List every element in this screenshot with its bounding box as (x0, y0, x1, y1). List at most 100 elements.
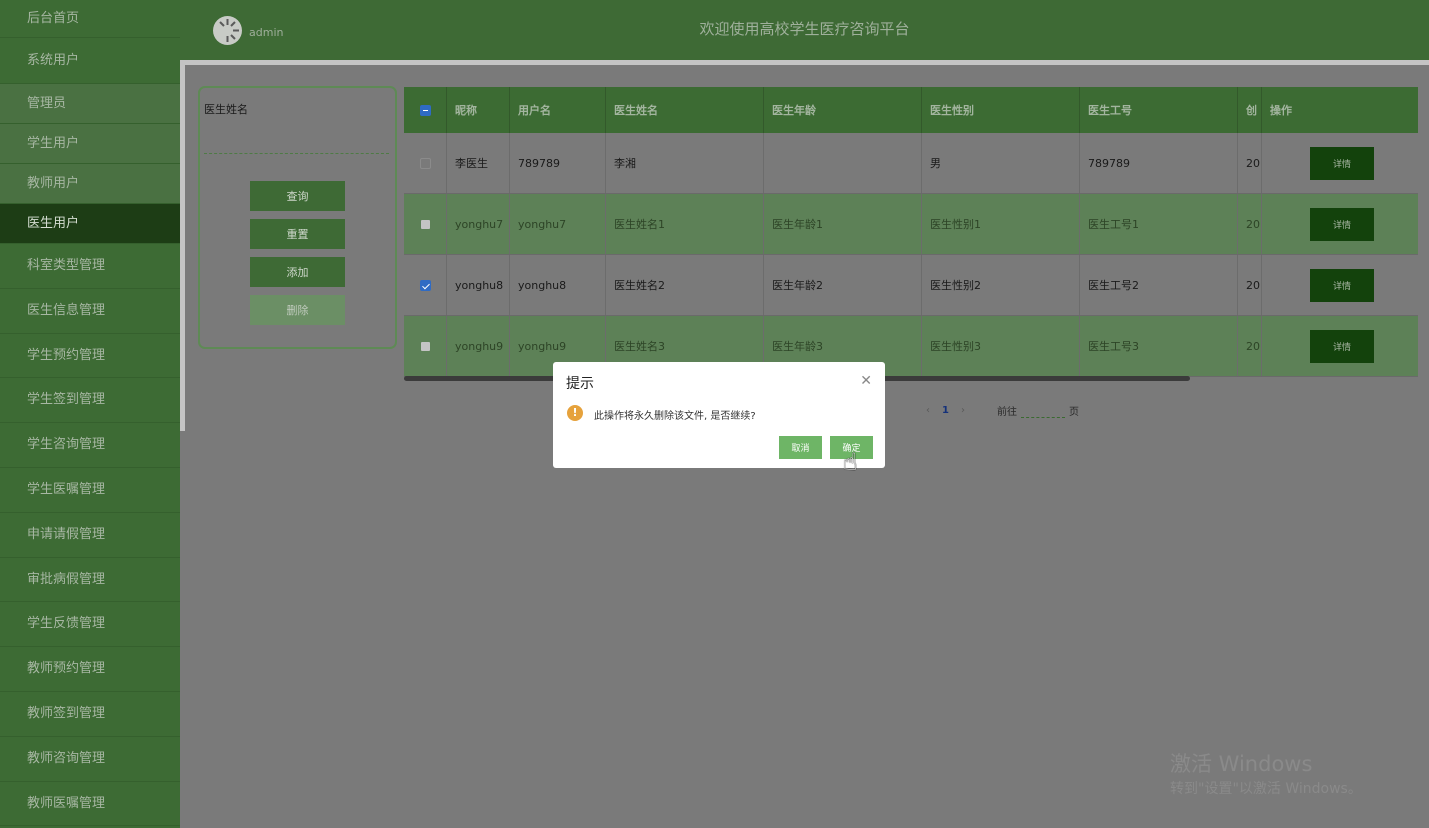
cancel-button[interactable]: 取消 (779, 436, 822, 459)
cell-doctor-name: 医生姓名2 (606, 255, 764, 315)
sidebar-item-teacher-signin[interactable]: 教师签到管理 (0, 692, 180, 737)
cell-actions: 详情 (1262, 194, 1418, 254)
dialog-title: 提示 (566, 376, 594, 392)
col-username: 用户名 (510, 87, 606, 133)
cell-doctor-gender: 医生性别1 (922, 194, 1080, 254)
doctor-name-input[interactable] (204, 134, 389, 154)
delete-button[interactable]: 删除 (250, 295, 345, 325)
cell-doctor-number: 医生工号2 (1080, 255, 1238, 315)
top-header: admin 欢迎使用高校学生医疗咨询平台 (180, 0, 1429, 60)
sidebar-item-student-users[interactable]: 学生用户 (0, 124, 180, 164)
sidebar-item-teacher-consult[interactable]: 教师咨询管理 (0, 737, 180, 782)
row-select-cell (404, 133, 447, 193)
query-button[interactable]: 查询 (250, 181, 345, 211)
row-checkbox[interactable] (419, 279, 431, 291)
page-title: 欢迎使用高校学生医疗咨询平台 (699, 20, 910, 38)
sidebar-item-student-feedback[interactable]: 学生反馈管理 (0, 602, 180, 648)
cell-doctor-number: 医生工号1 (1080, 194, 1238, 254)
table-row: yonghu8 yonghu8 医生姓名2 医生年龄2 医生性别2 医生工号2 … (404, 255, 1418, 316)
cell-actions: 详情 (1262, 316, 1418, 376)
cell-doctor-name: 医生姓名1 (606, 194, 764, 254)
cell-doctor-gender: 男 (922, 133, 1080, 193)
sidebar-item-student-signin[interactable]: 学生签到管理 (0, 378, 180, 424)
doctor-table: 昵称 用户名 医生姓名 医生年龄 医生性别 医生工号 创 操作 李医生 7897… (404, 87, 1418, 377)
cell-doctor-gender: 医生性别3 (922, 316, 1080, 376)
table-row: 李医生 789789 李湘 男 789789 20: 详情 (404, 133, 1418, 194)
sidebar-item-doctor-info[interactable]: 医生信息管理 (0, 289, 180, 334)
cell-doctor-number: 医生工号3 (1080, 316, 1238, 376)
cell-nick: yonghu7 (447, 194, 510, 254)
windows-activation-watermark: 激活 Windows 转到"设置"以激活 Windows。 (1170, 748, 1362, 798)
cell-created: 20: (1238, 133, 1262, 193)
sidebar-item-teacher-appointments[interactable]: 教师预约管理 (0, 647, 180, 692)
row-select-cell (404, 194, 447, 254)
hand-cursor-icon: ☝ (843, 448, 858, 476)
sidebar-item-department-types[interactable]: 科室类型管理 (0, 244, 180, 289)
col-nick: 昵称 (447, 87, 510, 133)
cell-doctor-number: 789789 (1080, 133, 1238, 193)
col-doctor-age: 医生年龄 (764, 87, 922, 133)
sidebar-item-sick-leave-approval[interactable]: 审批病假管理 (0, 558, 180, 603)
select-all-cell (404, 87, 447, 133)
col-created: 创 (1238, 87, 1262, 133)
table-row: yonghu7 yonghu7 医生姓名1 医生年龄1 医生性别1 医生工号1 … (404, 194, 1418, 255)
next-page-icon[interactable]: › (961, 405, 965, 416)
detail-button[interactable]: 详情 (1310, 207, 1374, 241)
prev-page-icon[interactable]: ‹ (926, 405, 930, 416)
goto-label: 前往 (996, 407, 1017, 418)
confirm-dialog: 提示 ✕ ! 此操作将永久删除该文件, 是否继续? 取消 确定 (553, 362, 885, 468)
sidebar-item-teacher-users[interactable]: 教师用户 (0, 164, 180, 204)
cell-doctor-age: 医生年龄2 (764, 255, 922, 315)
page-suffix-label: 页 (1068, 407, 1079, 418)
warning-icon: ! (567, 405, 583, 421)
col-actions: 操作 (1270, 104, 1292, 117)
cell-actions: 详情 (1262, 255, 1418, 315)
cell-username: 789789 (510, 133, 606, 193)
search-panel: 医生姓名 查询 重置 添加 删除 (198, 86, 397, 349)
cell-actions: 详情 (1262, 133, 1418, 193)
sidebar-item-doctor-users[interactable]: 医生用户 (0, 204, 180, 244)
cell-doctor-age (764, 133, 922, 193)
page-number-current[interactable]: 1 (942, 405, 949, 416)
cell-nick: 李医生 (447, 133, 510, 193)
detail-button[interactable]: 详情 (1310, 146, 1374, 180)
col-doctor-gender: 医生性别 (922, 87, 1080, 133)
row-checkbox[interactable] (419, 340, 431, 352)
sidebar-item-system-users[interactable]: 系统用户 (0, 38, 180, 84)
cell-nick: yonghu8 (447, 255, 510, 315)
cell-created: 20: (1238, 255, 1262, 315)
pagination: ‹ 1 › 前往 页 (914, 403, 1079, 418)
watermark-line2: 转到"设置"以激活 Windows。 (1170, 781, 1362, 797)
sidebar-item-leave-requests[interactable]: 申请请假管理 (0, 513, 180, 558)
row-select-cell (404, 255, 447, 315)
sidebar-item-home[interactable]: 后台首页 (0, 0, 180, 38)
cell-created: 20: (1238, 316, 1262, 376)
reset-button[interactable]: 重置 (250, 219, 345, 249)
row-select-cell (404, 316, 447, 376)
sidebar-item-student-consult[interactable]: 学生咨询管理 (0, 423, 180, 468)
cell-username: yonghu8 (510, 255, 606, 315)
detail-button[interactable]: 详情 (1310, 268, 1374, 302)
add-button[interactable]: 添加 (250, 257, 345, 287)
row-checkbox[interactable] (419, 157, 431, 169)
goto-page-input[interactable] (1020, 404, 1065, 418)
col-doctor-name: 医生姓名 (606, 87, 764, 133)
doctor-name-label: 医生姓名 (204, 103, 248, 116)
watermark-line1: 激活 Windows (1170, 752, 1313, 776)
detail-button[interactable]: 详情 (1310, 329, 1374, 363)
sidebar-item-student-orders[interactable]: 学生医嘱管理 (0, 468, 180, 513)
close-icon[interactable]: ✕ (860, 373, 872, 389)
col-doctor-number: 医生工号 (1080, 87, 1238, 133)
sidebar-item-student-appointments[interactable]: 学生预约管理 (0, 334, 180, 379)
cell-doctor-gender: 医生性别2 (922, 255, 1080, 315)
cell-username: yonghu7 (510, 194, 606, 254)
cell-doctor-age: 医生年龄1 (764, 194, 922, 254)
select-all-checkbox[interactable] (419, 104, 431, 116)
row-checkbox[interactable] (419, 218, 431, 230)
cell-created: 20: (1238, 194, 1262, 254)
sidebar-item-teacher-orders[interactable]: 教师医嘱管理 (0, 782, 180, 827)
dialog-message: 此操作将永久删除该文件, 是否继续? (594, 411, 756, 422)
sidebar: 后台首页 系统用户 管理员 学生用户 教师用户 医生用户 科室类型管理 医生信息… (0, 0, 180, 828)
sidebar-item-admin[interactable]: 管理员 (0, 84, 180, 124)
table-header: 昵称 用户名 医生姓名 医生年龄 医生性别 医生工号 创 操作 (404, 87, 1418, 133)
